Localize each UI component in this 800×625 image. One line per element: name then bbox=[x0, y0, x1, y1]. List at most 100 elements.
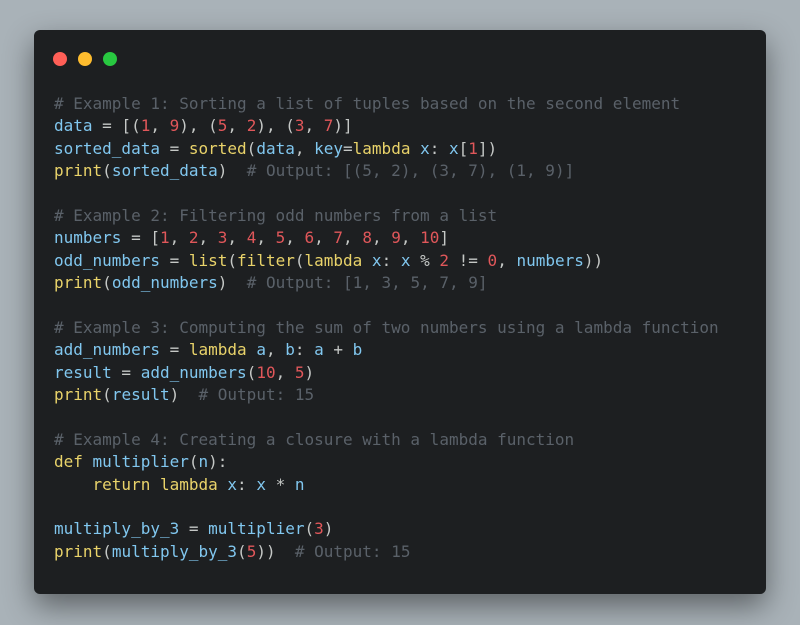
minimize-button[interactable] bbox=[78, 52, 92, 66]
code-token: result bbox=[111, 385, 170, 405]
code-token: sorted_data bbox=[111, 161, 218, 181]
code-token: = bbox=[343, 138, 353, 158]
code-token: 7 bbox=[323, 116, 334, 136]
code-token: list bbox=[188, 250, 228, 270]
code-token: print bbox=[54, 161, 103, 181]
code-token: x bbox=[371, 250, 382, 270]
code-token: ( bbox=[237, 541, 247, 561]
code-token: sorted bbox=[188, 138, 247, 158]
code-line: data = [(1, 9), (5, 2), (3, 7)] bbox=[54, 115, 719, 137]
code-token: ), ( bbox=[256, 116, 295, 136]
code-token: ]) bbox=[477, 138, 498, 158]
code-token: 3 bbox=[294, 116, 305, 136]
code-token: numbers bbox=[54, 228, 122, 248]
code-token: = bbox=[111, 362, 141, 382]
code-token: , bbox=[294, 138, 315, 158]
code-line: # Example 4: Creating a closure with a l… bbox=[54, 429, 719, 451]
code-token: ( bbox=[227, 250, 238, 270]
code-token: = [( bbox=[92, 116, 141, 136]
code-token: x bbox=[227, 474, 238, 494]
code-token: )) bbox=[256, 541, 295, 561]
code-token: , bbox=[198, 228, 218, 248]
code-token: 9 bbox=[391, 228, 401, 248]
code-token: a bbox=[314, 340, 324, 360]
code-token: 1 bbox=[159, 228, 170, 248]
code-line: print(result) # Output: 15 bbox=[54, 384, 719, 406]
code-token: x bbox=[420, 138, 430, 158]
code-token: # Example 1: Sorting a list of tuples ba… bbox=[54, 94, 681, 113]
code-token: ( bbox=[102, 385, 112, 405]
code-token: multiplier bbox=[208, 519, 305, 539]
code-token: : bbox=[429, 138, 449, 158]
code-token: 2 bbox=[439, 250, 450, 270]
zoom-button[interactable] bbox=[103, 52, 117, 66]
code-token: ) bbox=[304, 362, 315, 382]
code-token: 6 bbox=[304, 228, 315, 248]
code-token: ) bbox=[217, 161, 247, 181]
code-token: odd_numbers bbox=[111, 273, 218, 293]
code-token: ( bbox=[246, 138, 257, 158]
code-token: = bbox=[179, 519, 209, 539]
code-token: odd_numbers bbox=[54, 250, 160, 270]
code-token: , bbox=[304, 116, 324, 136]
code-token: , bbox=[265, 340, 286, 360]
code-token: n bbox=[198, 452, 209, 472]
code-line: # Example 2: Filtering odd numbers from … bbox=[54, 205, 719, 227]
code-token: multiplier bbox=[92, 452, 189, 472]
code-token: n bbox=[294, 474, 305, 494]
code-token: = [ bbox=[121, 228, 160, 248]
code-token: ( bbox=[188, 452, 199, 472]
code-token: 2 bbox=[246, 116, 257, 136]
code-line: result = add_numbers(10, 5) bbox=[54, 362, 719, 384]
code-token: : bbox=[381, 250, 401, 270]
code-token: 5 bbox=[246, 541, 257, 561]
code-token: ) bbox=[217, 273, 247, 293]
code-token: 10 bbox=[420, 228, 440, 248]
code-token: a bbox=[256, 340, 266, 360]
code-token: ( bbox=[304, 519, 315, 539]
code-token: , bbox=[256, 228, 276, 248]
code-token: result bbox=[54, 362, 112, 382]
code-token: ( bbox=[102, 161, 112, 181]
code-token: lambda bbox=[188, 340, 247, 360]
code-token: x bbox=[449, 138, 459, 158]
code-token: return bbox=[92, 474, 151, 494]
code-token: )) bbox=[583, 250, 604, 270]
code-token: , bbox=[227, 228, 247, 248]
code-token: # Output: 15 bbox=[198, 385, 315, 405]
code-token: ) bbox=[323, 519, 334, 539]
code-token: b bbox=[285, 340, 295, 360]
code-token: 0 bbox=[487, 250, 498, 270]
code-token: ) bbox=[169, 385, 199, 405]
code-token: : bbox=[237, 474, 257, 494]
code-token: data bbox=[54, 116, 93, 136]
code-token: add_numbers bbox=[140, 362, 247, 382]
code-token: add_numbers bbox=[54, 340, 160, 360]
code-token: ), ( bbox=[179, 116, 218, 136]
code-line: print(sorted_data) # Output: [(5, 2), (3… bbox=[54, 160, 719, 182]
code-token: , bbox=[371, 228, 392, 248]
code-line: multiply_by_3 = multiplier(3) bbox=[54, 518, 719, 540]
code-token: , bbox=[314, 228, 334, 248]
code-token: numbers bbox=[516, 250, 584, 270]
code-line: # Example 3: Computing the sum of two nu… bbox=[54, 317, 719, 339]
code-line: return lambda x: x * n bbox=[54, 474, 719, 496]
code-token: + bbox=[323, 340, 353, 360]
code-token: * bbox=[265, 474, 295, 494]
close-button[interactable] bbox=[53, 52, 67, 66]
code-token: = bbox=[159, 340, 189, 360]
code-token: 3 bbox=[314, 519, 324, 539]
code-token: = bbox=[159, 250, 189, 270]
code-line: odd_numbers = list(filter(lambda x: x % … bbox=[54, 250, 719, 272]
code-line: print(odd_numbers) # Output: [1, 3, 5, 7… bbox=[54, 272, 719, 294]
code-token: lambda bbox=[159, 474, 218, 494]
code-token: filter bbox=[237, 250, 295, 270]
code-token: 1 bbox=[468, 138, 478, 158]
